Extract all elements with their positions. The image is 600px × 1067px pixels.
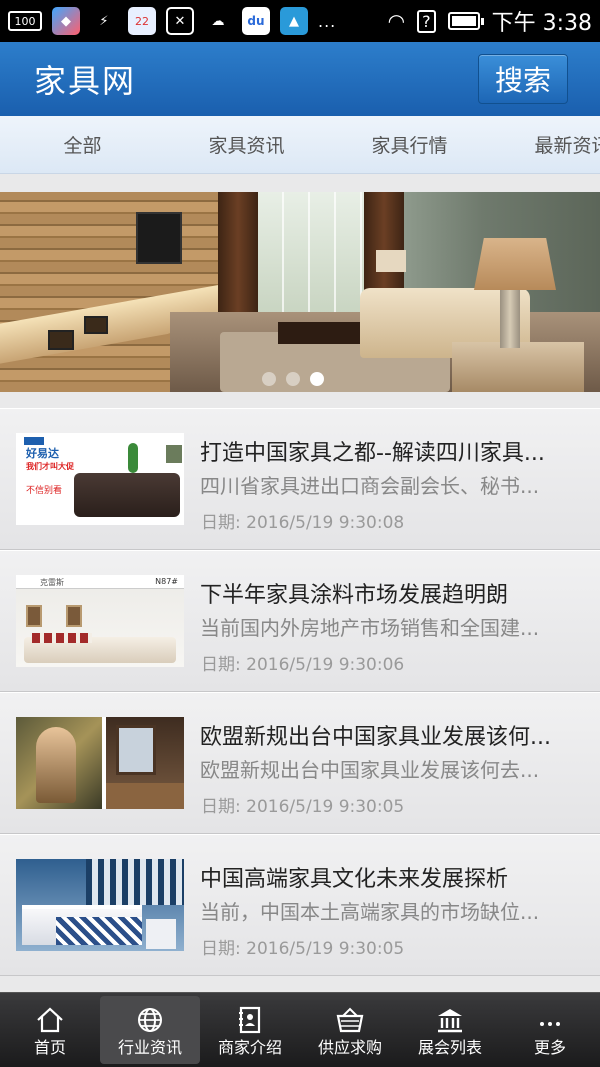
thumb-cta: 不信别看 bbox=[26, 486, 63, 496]
nav-label: 首页 bbox=[33, 1037, 66, 1057]
banner-carousel[interactable] bbox=[0, 192, 600, 392]
carousel-dot[interactable] bbox=[262, 372, 276, 386]
nav-label: 展会列表 bbox=[417, 1037, 482, 1057]
nav-more[interactable]: 更多 bbox=[500, 996, 600, 1064]
thumb-brand: 好易达 bbox=[26, 447, 59, 460]
more-dots-icon: ... bbox=[318, 11, 337, 31]
news-date: 日期: 2016/5/19 9:30:06 bbox=[201, 655, 405, 675]
notification-icons: 100 ◆ ⚡ 22 ✕ ☁ du ▲ ... bbox=[8, 7, 336, 35]
tab-all[interactable]: 全部 bbox=[0, 131, 165, 158]
sim-icon: ? bbox=[417, 9, 436, 33]
page-title: 家具网 bbox=[34, 62, 137, 100]
news-summary: 欧盟新规出台中国家具业发展该何去... bbox=[200, 758, 540, 782]
nav-merchant-intro[interactable]: 商家介绍 bbox=[200, 996, 300, 1064]
carousel-dot[interactable] bbox=[286, 372, 300, 386]
status-bar: 100 ◆ ⚡ 22 ✕ ☁ du ▲ ... ◠ ? 下午 3:38 bbox=[0, 0, 600, 42]
news-thumbnail bbox=[16, 717, 184, 809]
news-thumbnail: 好易达 我们才叫大促 不信别看 bbox=[16, 433, 184, 525]
news-list: 好易达 我们才叫大促 不信别看 打造中国家具之都--解读四川家具... 四川省家… bbox=[0, 408, 600, 976]
list-item[interactable]: 欧盟新规出台中国家具业发展该何... 欧盟新规出台中国家具业发展该何去... 日… bbox=[0, 692, 600, 834]
news-date: 日期: 2016/5/19 9:30:08 bbox=[201, 513, 405, 533]
calendar-icon: 22 bbox=[128, 7, 156, 35]
banner-lamp bbox=[376, 250, 406, 272]
nav-label: 更多 bbox=[533, 1037, 566, 1057]
wifi-icon: ◠ bbox=[387, 9, 406, 33]
system-status: ◠ ? 下午 3:38 bbox=[388, 5, 592, 37]
banner-nightstand bbox=[452, 342, 584, 392]
banner-lamp-base bbox=[500, 288, 520, 348]
usb-icon: ⚡ bbox=[99, 13, 109, 29]
battery-100-icon: 100 bbox=[8, 11, 42, 31]
news-summary: 当前，中国本土高端家具的市场缺位... bbox=[200, 900, 540, 924]
basket-icon bbox=[334, 1005, 366, 1035]
list-item[interactable]: 克雷斯 N87# 下半年家具涂料市场发展趋明朗 当前国内外房地产市场销售和全国建… bbox=[0, 550, 600, 692]
baidu-icon: du bbox=[242, 7, 270, 35]
news-title: 下半年家具涂料市场发展趋明朗 bbox=[200, 583, 509, 608]
news-title: 欧盟新规出台中国家具业发展该何... bbox=[200, 725, 551, 750]
kaiqi-icon: ▲ bbox=[280, 7, 308, 35]
search-button[interactable]: 搜索 bbox=[478, 54, 568, 104]
news-thumbnail bbox=[16, 859, 184, 951]
news-date: 日期: 2016/5/19 9:30:05 bbox=[201, 939, 405, 959]
nav-label: 商家介绍 bbox=[217, 1037, 282, 1057]
list-item[interactable]: 中国高端家具文化未来发展探析 当前，中国本土高端家具的市场缺位... 日期: 2… bbox=[0, 834, 600, 976]
banner-tv bbox=[136, 212, 182, 264]
banner-frame bbox=[48, 330, 74, 350]
nav-label: 供应求购 bbox=[317, 1037, 382, 1057]
nav-supply-demand[interactable]: 供应求购 bbox=[300, 996, 400, 1064]
category-tabs: 全部 家具资讯 家具行情 最新资讯 bbox=[0, 116, 600, 174]
banner-lamp-shade bbox=[474, 238, 556, 290]
news-title: 中国高端家具文化未来发展探析 bbox=[200, 867, 509, 892]
battery-icon bbox=[447, 12, 484, 30]
nav-home[interactable]: 首页 bbox=[0, 996, 100, 1064]
news-summary: 四川省家具进出口商会副会长、秘书... bbox=[200, 474, 540, 498]
close-box-icon: ✕ bbox=[166, 7, 194, 35]
carousel-indicators bbox=[262, 372, 324, 386]
app-header: 家具网 搜索 bbox=[0, 42, 600, 116]
nav-label: 行业资讯 bbox=[117, 1037, 182, 1057]
globe-icon bbox=[134, 1005, 166, 1035]
tab-furniture-news[interactable]: 家具资讯 bbox=[165, 131, 328, 158]
banner-frame bbox=[84, 316, 108, 334]
thumb-promo: 我们才叫大促 bbox=[26, 462, 74, 471]
news-thumbnail: 克雷斯 N87# bbox=[16, 575, 184, 667]
news-title: 打造中国家具之都--解读四川家具... bbox=[200, 441, 545, 466]
list-item[interactable]: 好易达 我们才叫大促 不信别看 打造中国家具之都--解读四川家具... 四川省家… bbox=[0, 408, 600, 550]
thumb-code: N87# bbox=[155, 577, 178, 586]
banner-window bbox=[258, 192, 364, 312]
news-date: 日期: 2016/5/19 9:30:05 bbox=[201, 797, 405, 817]
contact-book-icon bbox=[234, 1005, 266, 1035]
bottom-nav: 首页 行业资讯 商家介绍 供应求购 展会列表 更多 bbox=[0, 992, 600, 1067]
news-summary: 当前国内外房地产市场销售和全国建... bbox=[200, 616, 540, 640]
weather-icon: ☁ bbox=[211, 13, 225, 29]
home-icon bbox=[34, 1005, 66, 1035]
carousel-dot-active[interactable] bbox=[310, 372, 324, 386]
nav-industry-news[interactable]: 行业资讯 bbox=[100, 996, 200, 1064]
app-store-icon: ◆ bbox=[52, 7, 80, 35]
tab-latest-news[interactable]: 最新资讯 bbox=[491, 131, 600, 158]
nav-exhibition-list[interactable]: 展会列表 bbox=[400, 996, 500, 1064]
tab-furniture-market[interactable]: 家具行情 bbox=[328, 131, 491, 158]
more-dots-icon bbox=[534, 1005, 566, 1035]
clock: 下午 3:38 bbox=[491, 11, 592, 36]
banner-table bbox=[278, 322, 368, 344]
bank-icon bbox=[434, 1005, 466, 1035]
